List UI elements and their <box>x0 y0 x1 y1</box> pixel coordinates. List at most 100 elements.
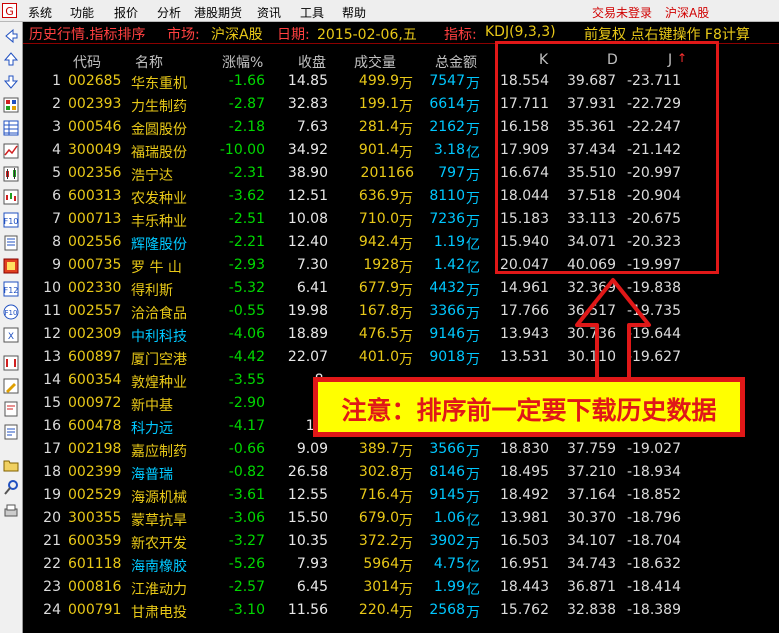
row-index: 10 <box>43 280 61 296</box>
volume-value: 1928 <box>363 257 399 273</box>
change-pct: -2.90 <box>228 395 265 411</box>
stock-name: 中利科技 <box>131 329 187 345</box>
report2-icon[interactable] <box>3 424 19 440</box>
chart-icon[interactable] <box>3 143 19 159</box>
table-row[interactable]: 18 002399 海普瑞 -0.82 26.58 302.8 万 8146 万 18.495 37… <box>23 461 723 484</box>
f12-icon[interactable]: F12 <box>3 281 19 297</box>
table-row[interactable]: 21 600359 新农开发 -3.27 10.35 372.2 万 3902 万 16.503 3… <box>23 530 723 553</box>
news-icon[interactable] <box>3 235 19 251</box>
amount-value: 3.18 <box>433 142 465 158</box>
close-price: 6.45 <box>296 579 328 595</box>
down-icon[interactable] <box>3 74 19 90</box>
tools-icon[interactable] <box>3 480 19 496</box>
menu-quote[interactable]: 报价 <box>114 4 138 21</box>
close-price: 10.35 <box>287 533 328 549</box>
menu-info[interactable]: 资讯 <box>257 4 281 21</box>
table-row[interactable]: 23 000816 江淮动力 -2.57 6.45 3014 万 1.99 亿 18.443 36.… <box>23 576 723 599</box>
print-icon[interactable] <box>3 503 19 519</box>
stock-code: 000972 <box>68 395 122 411</box>
app-logo-icon[interactable]: G <box>2 3 17 18</box>
candlestick-icon[interactable] <box>3 166 19 182</box>
close-price: 12.51 <box>287 188 328 204</box>
d-value: 37.210 <box>567 464 616 480</box>
amount-value: 4432 <box>429 280 465 296</box>
stock-name: 丰乐种业 <box>131 214 187 230</box>
menu-hk-futures[interactable]: 港股期货 <box>194 4 242 21</box>
menu-tools[interactable]: 工具 <box>300 4 324 21</box>
back-icon[interactable] <box>3 28 19 44</box>
amount-unit: 万 <box>466 99 480 115</box>
folder-icon[interactable] <box>3 457 19 473</box>
d-value: 34.743 <box>567 556 616 572</box>
table-row[interactable]: 17 002198 嘉应制药 -0.66 9.09 389.7 万 3566 万 18.830 37… <box>23 438 723 461</box>
row-index: 16 <box>43 418 61 434</box>
col-name[interactable]: 名称 <box>135 52 163 72</box>
col-code[interactable]: 代码 <box>73 52 101 72</box>
change-pct: -3.27 <box>228 533 265 549</box>
volume-value: 476.5 <box>358 326 399 342</box>
f10-round-icon[interactable]: F10 <box>3 304 19 320</box>
date-value[interactable]: 2015-02-06,五 <box>317 24 417 44</box>
kline-icon[interactable] <box>3 189 19 205</box>
amount-unit: 万 <box>466 122 480 138</box>
amount-unit: 万 <box>466 352 480 368</box>
sort-icon[interactable] <box>3 355 19 371</box>
up-icon[interactable] <box>3 51 19 67</box>
report-icon[interactable] <box>3 401 19 417</box>
row-index: 1 <box>52 73 61 89</box>
f10-icon[interactable]: F10 <box>3 212 19 228</box>
market-value[interactable]: 沪深A股 <box>211 24 263 44</box>
indicator-value[interactable]: KDJ(9,3,3) <box>485 24 556 40</box>
col-close[interactable]: 收盘 <box>298 52 326 72</box>
menu-analysis[interactable]: 分析 <box>157 4 181 21</box>
d-value: 36.871 <box>567 579 616 595</box>
menu-system[interactable]: 系统 <box>28 4 52 21</box>
close-price: 7.63 <box>296 119 328 135</box>
amount-value: 8110 <box>429 188 465 204</box>
volume-value: 679.0 <box>358 510 399 526</box>
table-row[interactable]: 24 000791 甘肃电投 -3.10 11.56 220.4 万 2568 万 15.762 3… <box>23 599 723 622</box>
k-value: 16.503 <box>500 533 549 549</box>
volume-value: 302.8 <box>358 464 399 480</box>
trade-login-status[interactable]: 交易未登录 <box>592 4 652 21</box>
change-pct: -4.17 <box>228 418 265 434</box>
stock-name: 金圆股份 <box>131 122 187 138</box>
close-price: 7.93 <box>296 556 328 572</box>
title-prefix: 历史行情.指标排序 <box>29 27 146 43</box>
table-row[interactable]: 22 601118 海南橡胶 -5.26 7.93 5964 万 4.75 亿 16.951 34.… <box>23 553 723 576</box>
menu-bar: G 系统 功能 报价 分析 港股期货 资讯 工具 帮助 交易未登录 沪深A股 <box>0 0 779 22</box>
change-pct: -2.21 <box>228 234 265 250</box>
table-row[interactable]: 20 300355 蒙草抗旱 -3.06 15.50 679.0 万 1.06 亿 13.981 3… <box>23 507 723 530</box>
amount-value: 4.75 <box>433 556 465 572</box>
change-pct: -5.32 <box>228 280 265 296</box>
notice-text: 注意：排序前一定要下载历史数据 <box>341 396 717 425</box>
close-price: 12.40 <box>287 234 328 250</box>
stock-code: 601118 <box>68 556 122 572</box>
menu-function[interactable]: 功能 <box>70 4 94 21</box>
edit-icon[interactable] <box>3 378 19 394</box>
k-value: 18.443 <box>500 579 549 595</box>
col-volume[interactable]: 成交量 <box>354 52 396 72</box>
market-indicator[interactable]: 沪深A股 <box>665 4 709 21</box>
col-amount[interactable]: 总金额 <box>435 52 477 72</box>
table-row[interactable]: 19 002529 海源机械 -3.61 12.55 716.4 万 9145 万 18.492 3… <box>23 484 723 507</box>
stock-code: 002309 <box>68 326 122 342</box>
amount-unit: 万 <box>466 214 480 230</box>
volume-value: 389.7 <box>358 441 399 457</box>
indicator-icon[interactable]: X <box>3 327 19 343</box>
menu-help[interactable]: 帮助 <box>342 4 366 21</box>
j-value: -18.389 <box>626 602 681 618</box>
amount-unit: 万 <box>466 191 480 207</box>
amount-value: 1.19 <box>433 234 465 250</box>
close-price: 34.92 <box>287 142 328 158</box>
quote-icon[interactable] <box>3 97 19 113</box>
table-icon[interactable] <box>3 120 19 136</box>
stock-name: 厦门空港 <box>131 352 187 368</box>
info-icon[interactable] <box>3 258 19 274</box>
k-value: 13.943 <box>500 326 549 342</box>
close-price: 12.55 <box>287 487 328 503</box>
change-pct: -2.51 <box>228 211 265 227</box>
stock-code: 002356 <box>68 165 122 181</box>
col-change[interactable]: 涨幅% <box>222 52 263 72</box>
stock-code: 600359 <box>68 533 122 549</box>
